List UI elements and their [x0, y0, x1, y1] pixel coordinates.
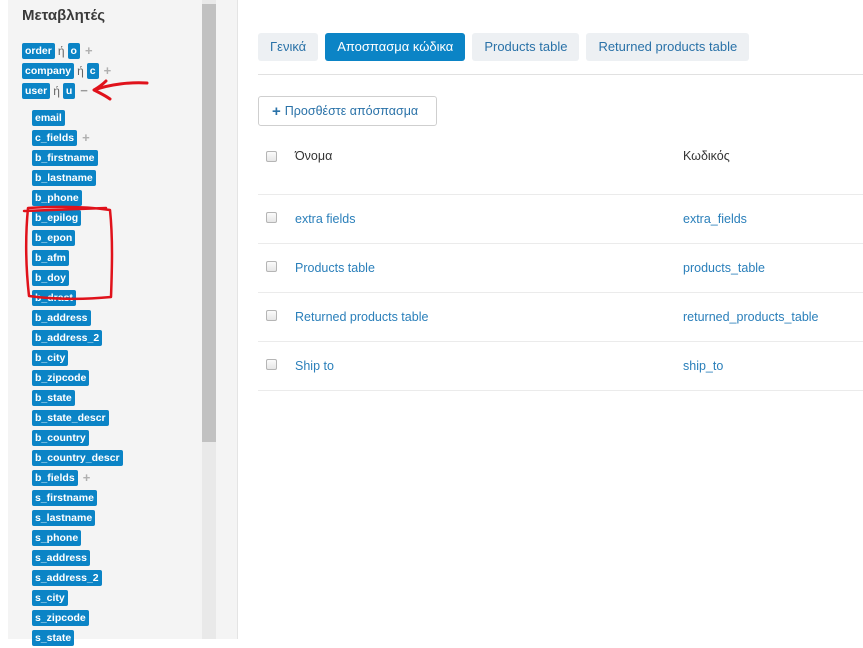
field-item-b-firstname: b_firstname	[32, 148, 123, 168]
annotation-box-icon	[22, 205, 114, 301]
field-item-b-lastname: b_lastname	[32, 168, 123, 188]
field-tag[interactable]: b_lastname	[32, 170, 96, 186]
field-tag[interactable]: b_city	[32, 350, 69, 366]
snippet-name-link[interactable]: Products table	[295, 261, 375, 275]
row-divider	[258, 292, 863, 293]
field-tag[interactable]: s_address	[32, 550, 90, 566]
field-item-s-address: s_address	[32, 548, 123, 568]
expand-icon[interactable]: +	[82, 131, 90, 145]
sidebar-title: Μεταβλητές	[22, 7, 106, 24]
field-item-s-firstname: s_firstname	[32, 488, 123, 508]
tab-general[interactable]: Γενικά	[258, 33, 319, 61]
row-checkbox[interactable]	[266, 310, 277, 321]
var-row-user: user ή u −	[22, 82, 88, 100]
row-checkbox[interactable]	[266, 261, 277, 272]
var-alias-o[interactable]: o	[67, 43, 80, 59]
tab-products-table[interactable]: Products table	[472, 33, 580, 61]
row-divider	[258, 390, 863, 391]
field-tag[interactable]: s_city	[32, 590, 68, 606]
field-tag[interactable]: s_lastname	[32, 510, 96, 526]
tab-code-snippets[interactable]: Αποσπασμα κώδικα	[325, 33, 466, 61]
row-divider	[258, 194, 863, 195]
snippet-name-link[interactable]: Ship to	[295, 359, 334, 373]
field-tag[interactable]: b_zipcode	[32, 370, 90, 386]
field-tag[interactable]: b_fields	[32, 470, 78, 486]
field-item-s-city: s_city	[32, 588, 123, 608]
field-item-c-fields: c_fields +	[32, 128, 123, 148]
field-item-b-zipcode: b_zipcode	[32, 368, 123, 388]
or-text: ή	[77, 64, 84, 78]
sidebar-edge	[0, 0, 8, 639]
expand-icon[interactable]: +	[83, 471, 91, 485]
snippet-name-link[interactable]: Returned products table	[295, 310, 428, 324]
field-tag[interactable]: s_address_2	[32, 570, 102, 586]
field-item-s-address-2: s_address_2	[32, 568, 123, 588]
field-item-email: email	[32, 108, 123, 128]
field-tag[interactable]: s_phone	[32, 530, 82, 546]
var-row-order: order ή o +	[22, 42, 93, 60]
field-item-b-country: b_country	[32, 428, 123, 448]
expand-icon[interactable]: +	[104, 64, 112, 78]
add-snippet-label: Προσθέστε απόσπασμα	[284, 104, 419, 118]
sidebar-scrollbar-thumb[interactable]	[202, 4, 216, 442]
field-item-s-phone: s_phone	[32, 528, 123, 548]
field-tag[interactable]: b_firstname	[32, 150, 98, 166]
row-divider	[258, 243, 863, 244]
var-alias-u[interactable]: u	[62, 83, 76, 99]
var-tag-user[interactable]: user	[22, 83, 51, 99]
field-tag[interactable]: c_fields	[32, 130, 78, 146]
plus-icon: +	[272, 102, 281, 120]
row-checkbox[interactable]	[266, 359, 277, 370]
column-header-code[interactable]: Κωδικός	[683, 149, 730, 163]
field-tag[interactable]: b_country	[32, 430, 89, 446]
or-text: ή	[53, 84, 60, 98]
var-alias-c[interactable]: c	[86, 63, 99, 79]
field-tag[interactable]: b_address_2	[32, 330, 103, 346]
field-item-b-address-2: b_address_2	[32, 328, 123, 348]
field-tag[interactable]: s_firstname	[32, 490, 97, 506]
field-tag[interactable]: s_state	[32, 630, 75, 646]
field-tag[interactable]: b_state_descr	[32, 410, 109, 426]
variables-sidebar: Μεταβλητές order ή o + company ή c + use…	[0, 0, 238, 646]
field-item-s-lastname: s_lastname	[32, 508, 123, 528]
snippet-code-link[interactable]: ship_to	[683, 359, 723, 373]
snippet-code-link[interactable]: products_table	[683, 261, 765, 275]
select-all-checkbox[interactable]	[266, 151, 277, 162]
var-tag-company[interactable]: company	[22, 63, 75, 79]
tab-divider	[258, 74, 863, 75]
field-item-b-city: b_city	[32, 348, 123, 368]
field-item-b-fields: b_fields +	[32, 468, 123, 488]
field-tag[interactable]: b_state	[32, 390, 75, 406]
field-item-b-state-descr: b_state_descr	[32, 408, 123, 428]
field-tag[interactable]: b_address	[32, 310, 91, 326]
snippet-code-link[interactable]: extra_fields	[683, 212, 747, 226]
tab-bar: Γενικά Αποσπασμα κώδικα Products table R…	[258, 33, 756, 61]
add-snippet-button[interactable]: + Προσθέστε απόσπασμα	[258, 96, 437, 126]
user-fields-list: email c_fields + b_firstname b_lastname b…	[32, 108, 123, 648]
row-checkbox[interactable]	[266, 212, 277, 223]
snippet-code-link[interactable]: returned_products_table	[683, 310, 819, 324]
field-tag[interactable]: s_zipcode	[32, 610, 89, 626]
main-panel: Γενικά Αποσπασμα κώδικα Products table R…	[238, 0, 863, 639]
field-tag[interactable]: email	[32, 110, 65, 126]
var-tag-order[interactable]: order	[22, 43, 55, 59]
field-item-s-state: s_state	[32, 628, 123, 648]
tab-returned-products-table[interactable]: Returned products table	[586, 33, 750, 61]
annotation-arrow-icon	[92, 79, 149, 101]
field-item-b-address: b_address	[32, 308, 123, 328]
or-text: ή	[57, 44, 65, 58]
column-header-name[interactable]: Όνομα	[295, 149, 332, 163]
field-tag[interactable]: b_country_descr	[32, 450, 123, 466]
field-item-s-zipcode: s_zipcode	[32, 608, 123, 628]
row-divider	[258, 341, 863, 342]
snippet-name-link[interactable]: extra fields	[295, 212, 355, 226]
expand-icon[interactable]: +	[85, 44, 93, 58]
field-item-b-country-descr: b_country_descr	[32, 448, 123, 468]
field-item-b-state: b_state	[32, 388, 123, 408]
